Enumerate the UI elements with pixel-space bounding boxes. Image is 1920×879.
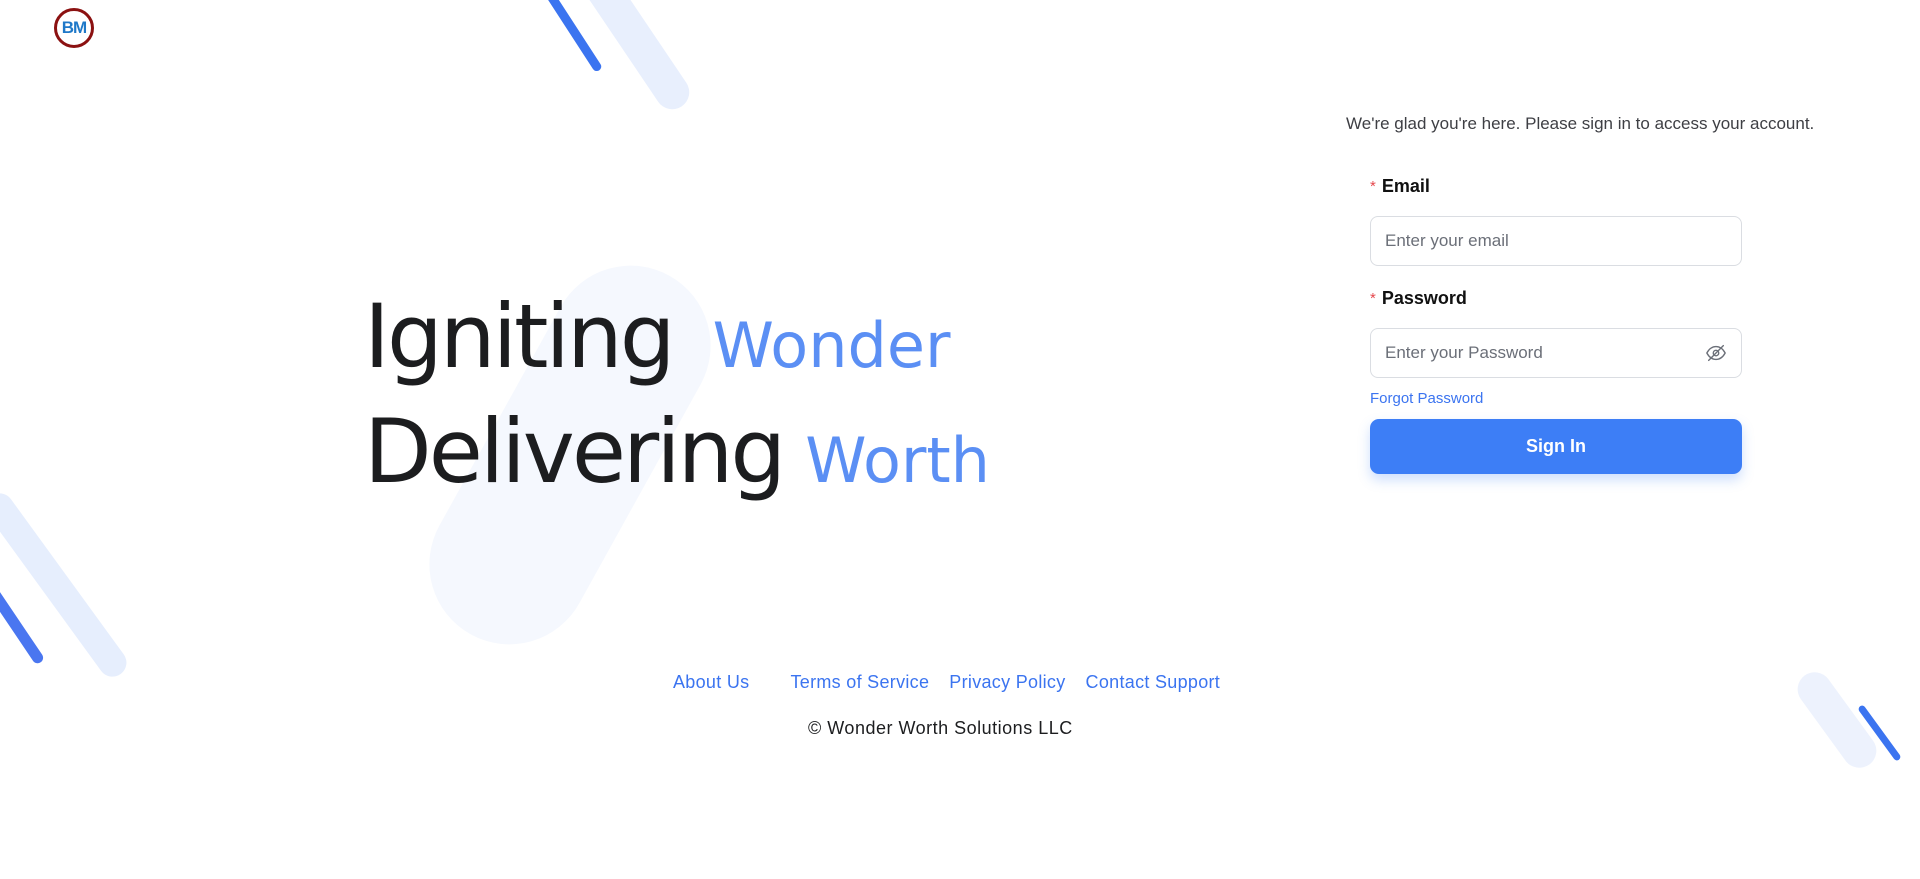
footer-link-about-us[interactable]: About Us	[673, 672, 749, 693]
required-marker: *	[1370, 177, 1376, 195]
forgot-password-link[interactable]: Forgot Password	[1370, 390, 1742, 407]
hero-word-delivering: Delivering	[364, 400, 786, 503]
email-field[interactable]	[1371, 217, 1741, 265]
email-label: * Email	[1370, 172, 1742, 200]
decorative-stripe	[0, 584, 46, 666]
email-field-wrapper	[1370, 216, 1742, 266]
hero-headline: Igniting Wonder Delivering Worth	[364, 285, 990, 515]
login-page: BM Igniting Wonder Delivering Worth We'r…	[0, 0, 1920, 879]
hero-word-igniting: Igniting	[364, 285, 676, 388]
eye-slash-icon[interactable]	[1705, 342, 1727, 364]
sign-in-form: * Email * Password Forgot Password Sign …	[1370, 172, 1742, 474]
password-label: * Password	[1370, 284, 1742, 312]
email-label-text: Email	[1381, 175, 1430, 196]
copyright-text: © Wonder Worth Solutions LLC	[808, 718, 1073, 738]
footer-link-privacy[interactable]: Privacy Policy	[949, 672, 1065, 693]
password-field-wrapper	[1370, 328, 1742, 378]
footer-link-terms[interactable]: Terms of Service	[790, 672, 929, 693]
decorative-stripe	[0, 487, 132, 683]
required-marker: *	[1370, 289, 1376, 307]
hero-line-2: Delivering Worth	[364, 400, 990, 515]
hero-line-1: Igniting Wonder	[364, 285, 990, 400]
welcome-message: We're glad you're here. Please sign in t…	[1346, 114, 1815, 133]
footer-link-contact-support[interactable]: Contact Support	[1086, 672, 1221, 693]
sign-in-button[interactable]: Sign In	[1370, 419, 1742, 474]
footer-nav: About Us Terms of Service Privacy Policy…	[673, 672, 1220, 693]
brand-logo[interactable]: BM	[54, 8, 94, 48]
password-label-text: Password	[1381, 287, 1467, 308]
hero-word-wonder: Wonder	[712, 309, 951, 382]
hero-word-worth: Worth	[805, 424, 990, 497]
decorative-stripe	[530, 0, 603, 73]
password-field[interactable]	[1371, 329, 1741, 377]
